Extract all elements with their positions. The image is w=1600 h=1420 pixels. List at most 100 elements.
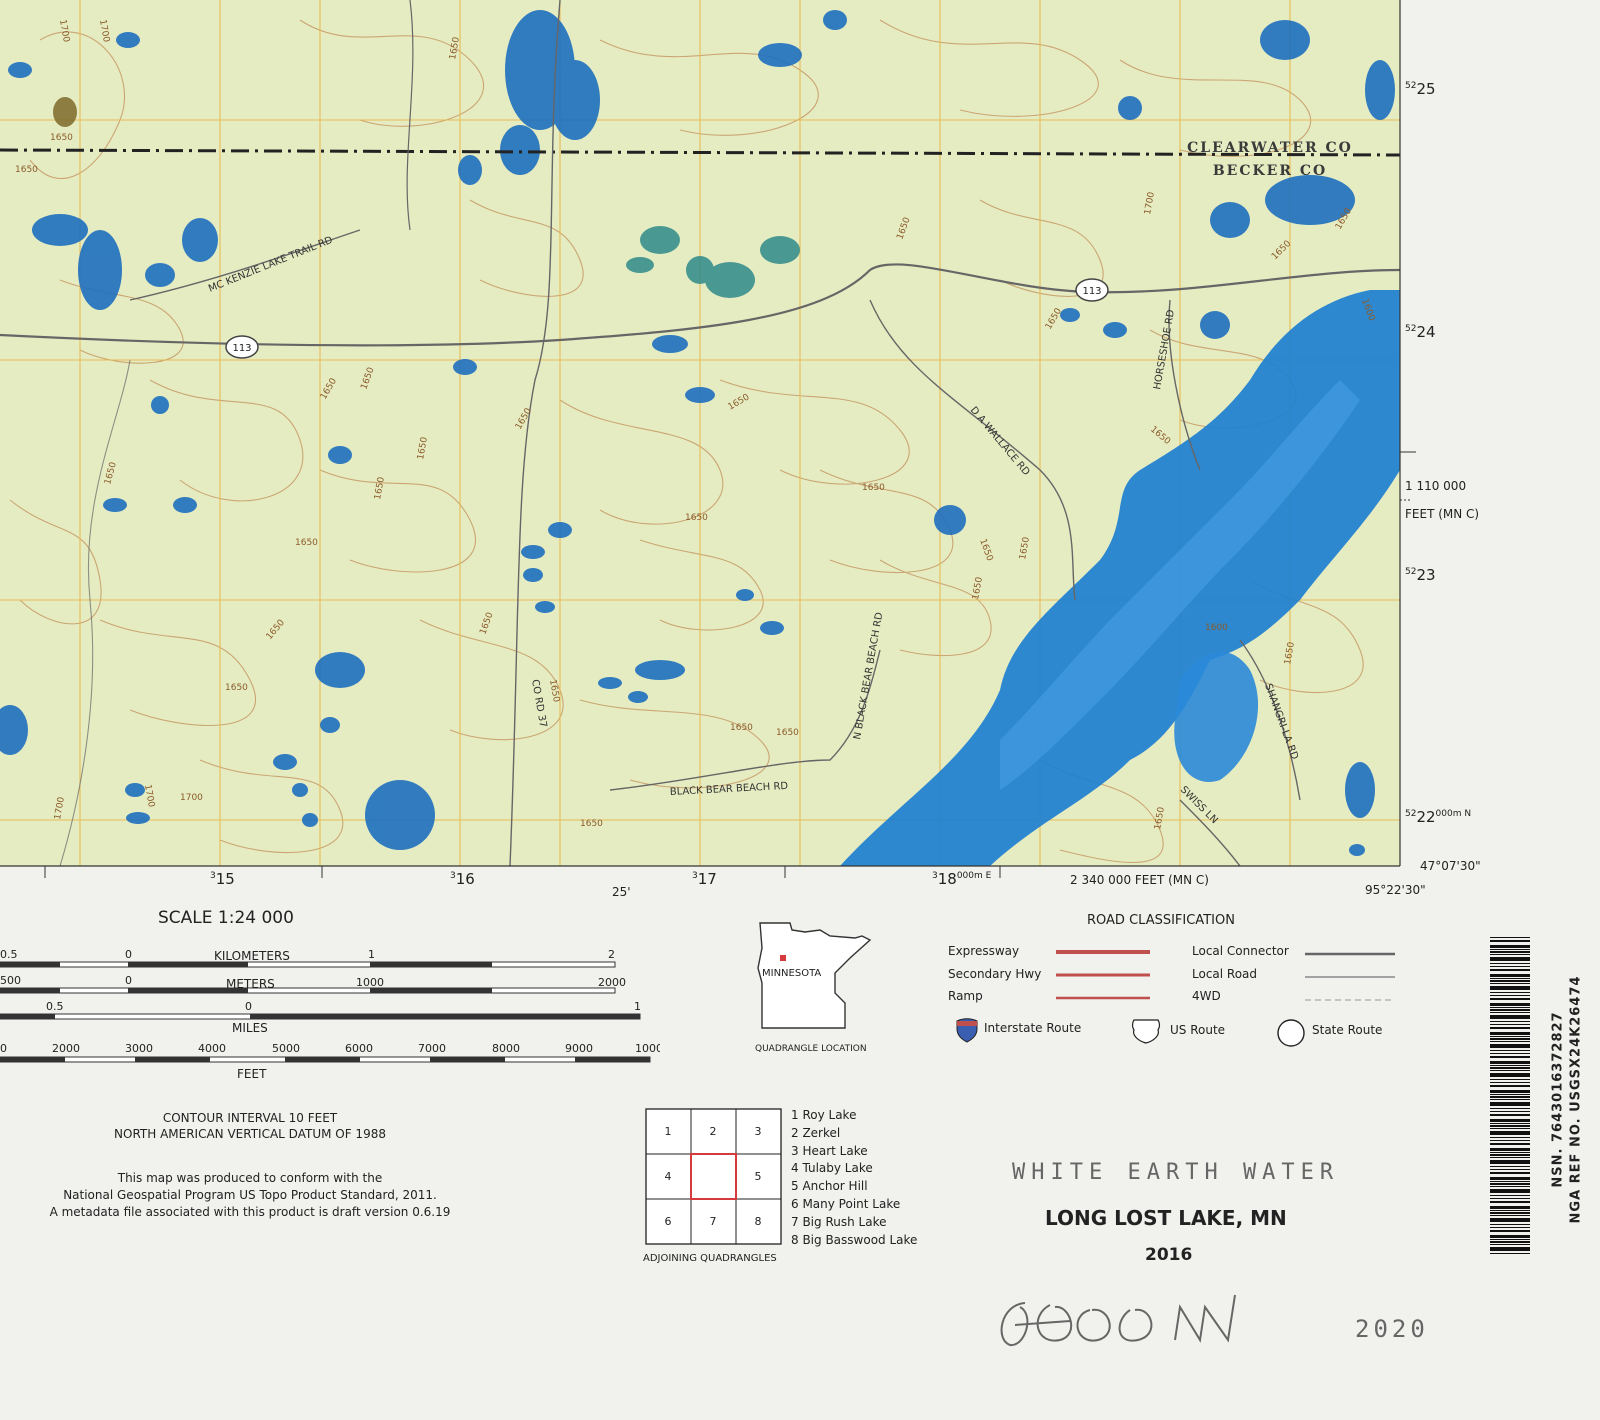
quadrangle-location-marker [780,955,786,961]
barcode-bar [1490,1085,1530,1087]
scale-ft-tick: 4000 [198,1042,226,1055]
barcode-bar [1490,1166,1530,1167]
barcode-bar [1490,1230,1530,1232]
signature-year: 2020 [1355,1315,1429,1343]
nga-ref-number: NGA REF NO. USGSX24K26474 [1568,975,1584,1224]
scale-ft-tick: 0 [0,1042,7,1055]
scale-m-tick: 2000 [598,976,626,989]
county-label-south: BECKER CO [1213,163,1327,179]
scale-km-tick: 1 [368,948,375,961]
barcode-bar [1490,1137,1530,1138]
barcode-bar [1490,1108,1530,1109]
adjoining-cell: 4 [665,1170,672,1183]
grid-label-315: 315 [210,870,235,888]
grid-label-316: 316 [450,870,475,888]
scale-m-tick: 0 [125,974,132,987]
barcode-bar [1490,1206,1530,1209]
contour-label: 1650 [862,483,885,493]
barcode-bar [1490,1027,1530,1029]
locator-state-label: MINNESOTA [762,968,821,979]
contour-label: 1650 [50,133,73,143]
barcode-bar [1490,1140,1530,1141]
adjoining-name: 3 Heart Lake [791,1143,868,1158]
scale-m-label: METERS [226,977,275,991]
adjoining-cell: 2 [710,1125,717,1138]
production-note-1: This map was produced to conform with th… [117,1171,383,1185]
adjoining-quadrangles-label: ADJOINING QUADRANGLES [643,1253,777,1264]
scale-ft-tick: 2000 [52,1042,80,1055]
scale-ft-tick: 10000 [635,1042,660,1055]
barcode-bar [1490,1189,1530,1193]
barcode-bar [1490,1198,1530,1199]
barcode-bar [1490,951,1530,953]
barcode-bar [1490,998,1530,1000]
nsn-number: NSN. 7643016372827 [1550,1011,1566,1188]
handwritten-title: WHITE EARTH WATER [1012,1160,1340,1185]
barcode-bar [1490,1015,1530,1019]
legend-expressway-label: Expressway [948,944,1020,958]
longitude-corner-label: 95°22'30" [1365,883,1426,897]
scale-ft-label: FEET [237,1067,267,1080]
barcode-bar [1490,957,1530,961]
scale-ft-tick: 6000 [345,1042,373,1055]
barcode-bar [1490,949,1530,950]
barcode-bar [1490,983,1530,984]
barcode-bar [1490,969,1530,971]
production-note-3: A metadata file associated with this pro… [49,1205,451,1219]
barcode-bar [1490,1102,1530,1106]
barcode-bar [1490,1227,1530,1228]
barcode-bar [1490,1169,1530,1170]
barcode-bar [1490,1056,1530,1058]
barcode-bar [1490,1186,1530,1187]
adjoining-name: 1 Roy Lake [791,1108,857,1122]
quadrangle-name: LONG LOST LAKE, MN [1045,1206,1287,1230]
svg-text:113: 113 [232,343,251,354]
latitude-corner-label: 47°07'30" [1420,859,1481,873]
adjoining-name: 7 Big Rush Lake [791,1214,887,1229]
route-113-shield-west: 113 [225,335,259,359]
scale-title: SCALE 1:24 000 [158,908,294,928]
barcode-bar [1490,1114,1530,1116]
barcode-bar [1490,978,1530,979]
scale-bars: 0.5 0 1 2 KILOMETERS 500 0 1000 2000 MET… [0,948,660,1080]
barcode-bar [1490,937,1530,938]
scale-ft-tick: 5000 [272,1042,300,1055]
barcode-bar [1490,1235,1530,1238]
barcode-bar [1490,1215,1530,1216]
barcode-bar [1490,940,1530,942]
grid-label-5225: 5225 [1405,80,1436,98]
barcode-bar [1490,1090,1530,1093]
road-classification-title: ROAD CLASSIFICATION [1087,913,1235,928]
contour-interval-note: CONTOUR INTERVAL 10 FEET [162,1111,338,1125]
adjoining-cell: 5 [755,1170,762,1183]
scale-ft-tick: 3000 [125,1042,153,1055]
contour-label: 1650 [776,728,799,738]
legend-state-route-label: State Route [1312,1023,1383,1037]
wetland-spot [53,97,77,127]
barcode-bar [1490,1036,1530,1037]
barcode-bar [1490,1099,1530,1100]
adjoining-name: 4 Tulaby Lake [791,1161,873,1176]
adjoining-name: 5 Anchor Hill [791,1179,868,1194]
barcode-bar [1490,963,1530,964]
adjoining-name: 2 Zerkel [791,1125,841,1140]
state-route-circle-icon [1277,1019,1305,1047]
adjoining-cell: 7 [710,1215,717,1228]
contour-label: 1650 [580,819,603,829]
barcode-bar [1490,974,1530,977]
contour-label: 1650 [225,683,248,693]
barcode-bar [1490,1079,1530,1080]
barcode-bar [1490,1007,1530,1008]
barcode-bar [1490,1065,1530,1066]
route-113-shield-east: 113 [1075,278,1109,302]
county-label-north: CLEARWATER CO [1187,140,1353,156]
vertical-datum-note: NORTH AMERICAN VERTICAL DATUM OF 1988 [114,1127,386,1141]
scanned-map-sheet: 113 113 CLEARWATER CO BECKER CO MC KENZI… [0,0,1600,1420]
barcode-bar [1490,1021,1530,1022]
contour-label: 1650 [15,165,38,175]
barcode-bar [1490,1003,1530,1006]
barcode-bar [1490,992,1530,993]
scale-ft-tick: 9000 [565,1042,593,1055]
scale-mi-tick: 0 [245,1000,252,1013]
feet-grid-unit-right: FEET (MN C) [1405,507,1479,521]
